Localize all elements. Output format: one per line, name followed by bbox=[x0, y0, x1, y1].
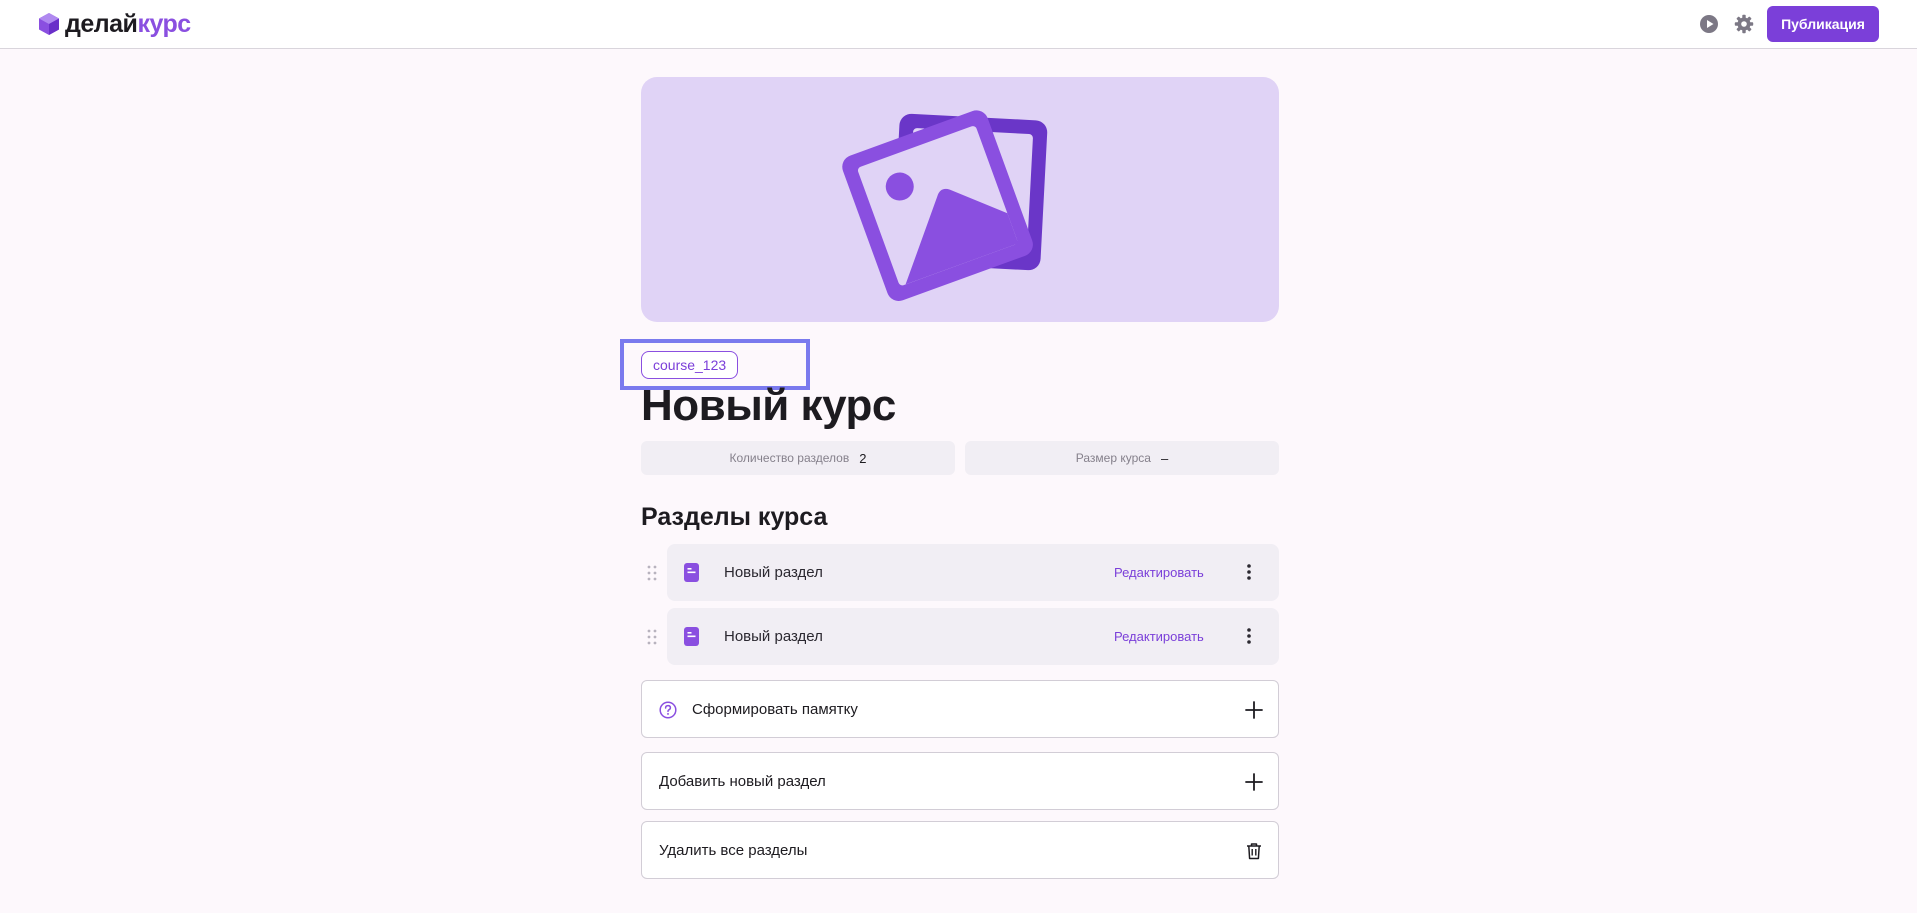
image-placeholder-icon bbox=[842, 110, 1048, 302]
play-circle-icon[interactable] bbox=[1699, 14, 1719, 34]
more-vertical-icon[interactable] bbox=[1246, 562, 1252, 582]
edit-section-link[interactable]: Редактировать bbox=[1114, 628, 1204, 645]
sections-heading: Разделы курса bbox=[641, 503, 828, 531]
section-title: Новый раздел bbox=[724, 628, 823, 645]
document-icon bbox=[684, 563, 699, 582]
logo[interactable]: делайкурс bbox=[38, 11, 191, 37]
generate-memo-label: Сформировать памятку bbox=[692, 701, 858, 718]
publish-button[interactable]: Публикация bbox=[1767, 6, 1879, 42]
delete-all-label: Удалить все разделы bbox=[659, 842, 808, 859]
logo-text-part1: делай bbox=[65, 10, 138, 38]
delete-all-sections-button[interactable]: Удалить все разделы bbox=[641, 821, 1279, 879]
logo-text-part2: курс bbox=[137, 10, 191, 38]
plus-icon bbox=[1245, 773, 1263, 791]
logo-text: делайкурс bbox=[65, 11, 191, 37]
course-cover[interactable] bbox=[641, 77, 1279, 322]
trash-icon bbox=[1247, 843, 1261, 860]
add-section-label: Добавить новый раздел bbox=[659, 773, 826, 790]
document-icon bbox=[684, 627, 699, 646]
add-section-button[interactable]: Добавить новый раздел bbox=[641, 752, 1279, 810]
stat-sections-count: Количество разделов 2 bbox=[641, 441, 955, 475]
stat-value: 2 bbox=[859, 450, 867, 466]
top-bar: делайкурс Публикация bbox=[0, 0, 1917, 49]
help-circle-icon bbox=[659, 701, 677, 719]
drag-handle-icon[interactable] bbox=[646, 565, 658, 581]
stat-label: Количество разделов bbox=[729, 451, 850, 465]
logo-cube-icon bbox=[39, 13, 59, 35]
gear-icon[interactable] bbox=[1734, 14, 1754, 34]
section-row[interactable]: Новый раздел Редактировать bbox=[667, 544, 1279, 601]
stat-label: Размер курса bbox=[1075, 451, 1151, 465]
course-title[interactable]: Новый курс bbox=[641, 380, 896, 432]
drag-handle-icon[interactable] bbox=[646, 629, 658, 645]
stat-value: – bbox=[1160, 450, 1169, 466]
generate-memo-button[interactable]: Сформировать памятку bbox=[641, 680, 1279, 738]
plus-icon bbox=[1245, 701, 1263, 719]
more-vertical-icon[interactable] bbox=[1246, 626, 1252, 646]
edit-section-link[interactable]: Редактировать bbox=[1114, 564, 1204, 581]
section-title: Новый раздел bbox=[724, 564, 823, 581]
stat-course-size: Размер курса – bbox=[965, 441, 1279, 475]
section-row[interactable]: Новый раздел Редактировать bbox=[667, 608, 1279, 665]
course-id-tag[interactable]: course_123 bbox=[641, 351, 739, 379]
